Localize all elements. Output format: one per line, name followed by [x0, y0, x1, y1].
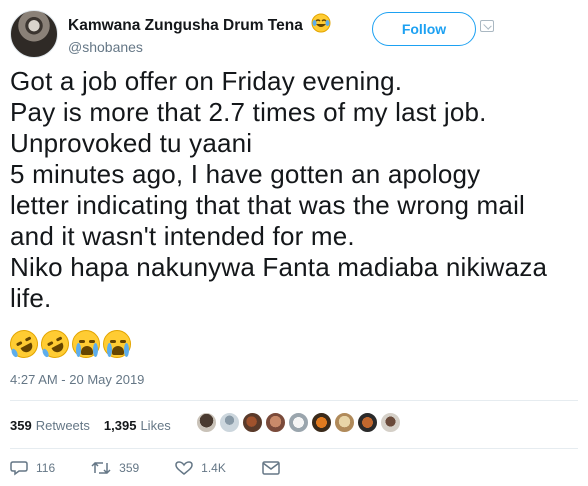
liker-avatar[interactable] — [311, 412, 332, 433]
tweet-line: 5 minutes ago, I have gotten an apology — [10, 159, 481, 189]
tweet-line: letter indicating that that was the wron… — [10, 190, 526, 220]
retweets-stat[interactable]: 359 Retweets — [10, 418, 90, 433]
like-button[interactable]: 1.4K — [175, 460, 226, 476]
liker-avatar[interactable] — [265, 412, 286, 433]
liker-avatar[interactable] — [196, 412, 217, 433]
retweet-button[interactable]: 359 — [91, 460, 139, 476]
tweet-line: Got a job offer on Friday evening. — [10, 66, 403, 96]
user-names: Kamwana Zungusha Drum Tena @shobanes — [68, 13, 331, 55]
likes-count: 1,395 — [103, 417, 137, 433]
like-count: 1.4K — [201, 461, 226, 475]
tweet-header: Kamwana Zungusha Drum Tena @shobanes Fol… — [10, 10, 578, 60]
follow-button[interactable]: Follow — [372, 12, 476, 46]
envelope-icon — [262, 461, 280, 475]
tweet-line: life. — [10, 283, 52, 313]
divider — [10, 400, 578, 401]
retweet-count: 359 — [119, 461, 140, 475]
engagement-stats: 359 Retweets 1,395 Likes — [10, 410, 185, 440]
liker-avatar[interactable] — [219, 412, 240, 433]
retweets-count: 359 — [10, 417, 32, 433]
user-handle[interactable]: @shobanes — [68, 39, 331, 55]
tweet-text: Got a job offer on Friday evening. Pay i… — [10, 66, 580, 314]
rolling-on-floor-laughing-icon — [36, 325, 74, 363]
retweets-label: Retweets — [35, 417, 90, 433]
reply-icon — [10, 461, 28, 476]
display-name[interactable]: Kamwana Zungusha Drum Tena — [68, 17, 303, 35]
tweet-line: Unprovoked tu yaani — [10, 128, 253, 158]
tweet-line: Niko hapa nakunywa Fanta madiaba nikiwaz… — [10, 252, 548, 282]
direct-message-button[interactable] — [262, 461, 288, 475]
likes-stat[interactable]: 1,395 Likes — [104, 418, 171, 433]
liker-avatar[interactable] — [334, 412, 355, 433]
tweet-line: and it wasn't intended for me. — [10, 221, 355, 251]
avatar[interactable] — [10, 10, 58, 58]
liker-avatar[interactable] — [357, 412, 378, 433]
loudly-crying-face-icon — [103, 330, 131, 358]
retweet-icon — [91, 461, 111, 475]
tweet-line: Pay is more that 2.7 times of my last jo… — [10, 97, 487, 127]
emoji-row — [5, 325, 131, 363]
liker-avatar[interactable] — [242, 412, 263, 433]
likes-label: Likes — [140, 417, 171, 433]
rolling-on-floor-laughing-icon — [5, 325, 43, 363]
heart-icon — [175, 461, 193, 475]
tears-of-joy-icon — [311, 13, 331, 33]
reply-button[interactable]: 116 — [10, 460, 55, 476]
reply-count: 116 — [36, 461, 56, 475]
likers-avatars — [196, 412, 401, 433]
tweet-actions: 116 359 1.4K — [10, 458, 324, 478]
liker-avatar[interactable] — [288, 412, 309, 433]
more-options-icon[interactable] — [480, 20, 494, 32]
liker-avatar[interactable] — [380, 412, 401, 433]
divider — [10, 448, 578, 449]
tweet-timestamp[interactable]: 4:27 AM - 20 May 2019 — [10, 372, 144, 387]
loudly-crying-face-icon — [72, 330, 100, 358]
